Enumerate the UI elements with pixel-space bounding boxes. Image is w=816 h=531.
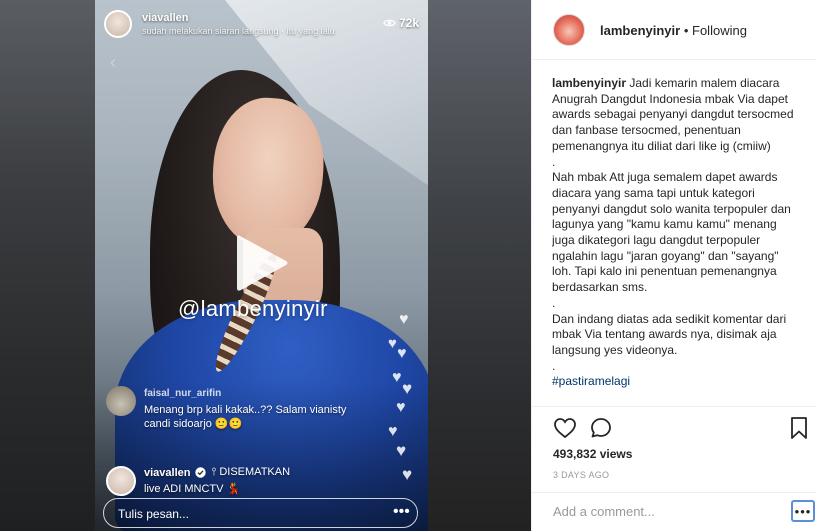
- blurred-background-left: [0, 0, 95, 531]
- view-count[interactable]: 493,832 views: [553, 447, 632, 461]
- floating-heart-icon: ♥: [399, 311, 409, 328]
- hashtag-link[interactable]: #pastiramelagi: [552, 374, 630, 388]
- eye-icon: [383, 19, 396, 27]
- caption: lambenyinyir Jadi kemarin malem diacara …: [552, 76, 800, 406]
- watermark-text: @lambenyinyir: [178, 296, 328, 321]
- caption-dot: .: [552, 295, 556, 310]
- author-username[interactable]: lambenyinyir: [600, 23, 680, 38]
- more-options-button[interactable]: •••: [791, 500, 815, 522]
- live-comment-text: Menang brp kali kakak..?? Salam vianisty…: [144, 404, 347, 430]
- floating-heart-icon: ♥: [396, 441, 407, 460]
- heart-icon[interactable]: [553, 416, 577, 440]
- message-placeholder: Tulis pesan...: [118, 507, 189, 521]
- floating-heart-icon: ♥: [392, 369, 402, 386]
- back-arrow-icon[interactable]: ‹: [110, 52, 116, 73]
- pinned-comment-text: live ADI MNCTV 💃: [144, 483, 241, 495]
- floating-heart-icon: ♥: [388, 335, 397, 352]
- blurred-background-right: [428, 0, 531, 531]
- author-line: lambenyinyir • Following: [600, 23, 747, 38]
- pinned-label-text: DISEMATKAN: [219, 466, 291, 478]
- commenter-username[interactable]: faisal_nur_arifin: [144, 388, 221, 399]
- divider: [532, 406, 816, 407]
- floating-heart-icon: ♥: [397, 345, 407, 362]
- post-details-panel: lambenyinyir • Following lambenyinyir Ja…: [531, 0, 816, 531]
- pinned-commenter-avatar[interactable]: [106, 466, 136, 496]
- add-comment-input[interactable]: Add a comment...: [553, 504, 655, 519]
- pinned-label: ⫯ DISEMATKAN: [211, 466, 290, 479]
- verified-badge-icon: [195, 467, 207, 478]
- play-icon[interactable]: [234, 232, 290, 294]
- more-options-icon[interactable]: •••: [393, 503, 410, 521]
- viewer-count-value: 72k: [399, 16, 420, 30]
- divider: [532, 492, 816, 493]
- viewer-count: 72k: [383, 16, 419, 30]
- live-host-avatar[interactable]: [104, 10, 132, 38]
- caption-username[interactable]: lambenyinyir: [552, 76, 626, 90]
- caption-dot: .: [552, 358, 556, 373]
- bookmark-icon[interactable]: [789, 416, 809, 440]
- pinned-comment-header: viavallen ⫯ DISEMATKAN: [144, 466, 290, 479]
- post-header: lambenyinyir • Following: [532, 0, 816, 60]
- floating-heart-icon: ♥: [396, 399, 406, 416]
- caption-dot: .: [552, 154, 556, 169]
- caption-paragraph: Dan indang diatas ada sedikit komentar d…: [552, 311, 787, 357]
- caption-paragraph: Nah mbak Att juga semalem dapet awards d…: [552, 170, 791, 295]
- live-host-username[interactable]: viavallen: [142, 12, 188, 24]
- pin-icon: ⫯: [211, 466, 217, 478]
- commenter-avatar[interactable]: [106, 386, 136, 416]
- pinned-commenter-username[interactable]: viavallen: [144, 467, 190, 479]
- comment-icon[interactable]: [589, 416, 613, 440]
- author-avatar[interactable]: [553, 14, 585, 46]
- floating-heart-icon: ♥: [402, 465, 413, 484]
- post-timestamp[interactable]: 3 DAYS AGO: [553, 470, 609, 480]
- live-status-text: sudah melakukan siaran langsung · itu ya…: [142, 26, 335, 36]
- separator-dot: •: [683, 23, 689, 38]
- floating-heart-icon: ♥: [402, 379, 413, 398]
- following-button[interactable]: Following: [692, 23, 747, 38]
- floating-heart-icon: ♥: [388, 423, 398, 440]
